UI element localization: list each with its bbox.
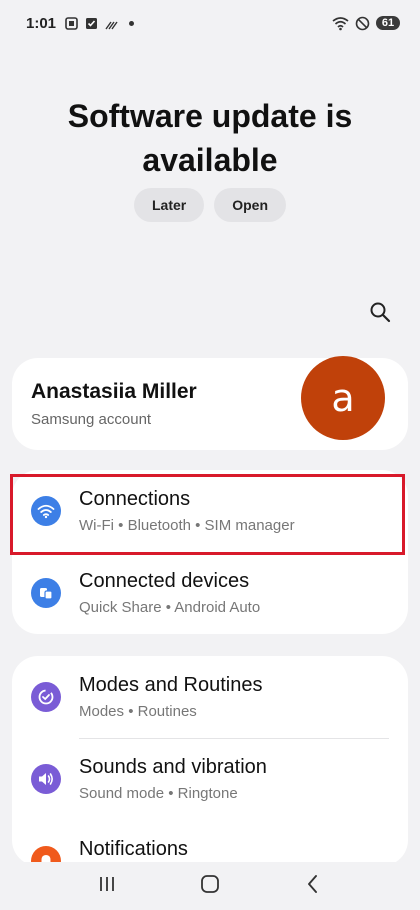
modes-routines-icon [31,682,61,712]
navigation-bar [0,862,420,910]
settings-group-connections: Connections Wi-Fi • Bluetooth • SIM mana… [12,470,408,634]
update-title: Software update is available [0,94,420,182]
settings-item-title: Modes and Routines [79,674,263,696]
settings-item-title: Notifications [79,838,188,860]
home-icon [200,874,220,899]
later-button[interactable]: Later [133,188,205,222]
back-button[interactable] [293,866,333,906]
search-button[interactable] [366,300,394,328]
settings-group-modes: Modes and Routines Modes • Routines Soun… [12,656,408,866]
settings-item-title: Connected devices [79,570,250,592]
back-icon [305,874,321,899]
settings-item-subtitle: Wi-Fi • Bluetooth • SIM manager [79,517,295,534]
settings-item-subtitle: Sound mode • Ringtone [79,785,238,802]
avatar-letter: a [331,376,355,420]
update-title-line2: available [142,142,278,178]
battery-indicator: 61 [376,16,400,30]
checkbox-icon [85,17,98,30]
account-name: Anastasiia Miller [31,380,197,403]
account-subtitle: Samsung account [31,411,152,428]
settings-item-sounds-and-vibration[interactable]: Sounds and vibration Sound mode • Ringto… [12,738,408,820]
search-icon [369,301,391,328]
settings-item-connected-devices[interactable]: Connected devices Quick Share • Android … [12,552,408,634]
avatar[interactable]: a [301,356,385,440]
update-actions: Later Open [0,188,420,222]
recent-apps-button[interactable] [87,866,127,906]
settings-item-title: Connections [79,488,191,510]
settings-item-connections[interactable]: Connections Wi-Fi • Bluetooth • SIM mana… [12,470,408,552]
update-title-line1: Software update is [67,98,353,134]
recent-apps-icon [97,875,117,898]
settings-item-modes-and-routines[interactable]: Modes and Routines Modes • Routines [12,656,408,738]
open-button[interactable]: Open [214,188,286,222]
connected-devices-icon [31,578,61,608]
do-not-disturb-icon [355,16,370,31]
status-time: 1:01 [26,14,57,32]
volume-icon [31,764,61,794]
home-button[interactable] [190,866,230,906]
wifi-icon [31,496,61,526]
screenshot-icon [65,16,78,30]
settings-item-subtitle: Quick Share • Android Auto [79,599,261,616]
settings-item-subtitle: Modes • Routines [79,703,197,720]
settings-item-title: Sounds and vibration [79,756,267,778]
settings-item-notifications[interactable]: Notifications [12,820,408,866]
dot-icon [125,17,138,30]
status-bar: 1:01 61 [0,0,420,46]
signal-icon [105,17,118,30]
wifi-icon [332,16,349,31]
